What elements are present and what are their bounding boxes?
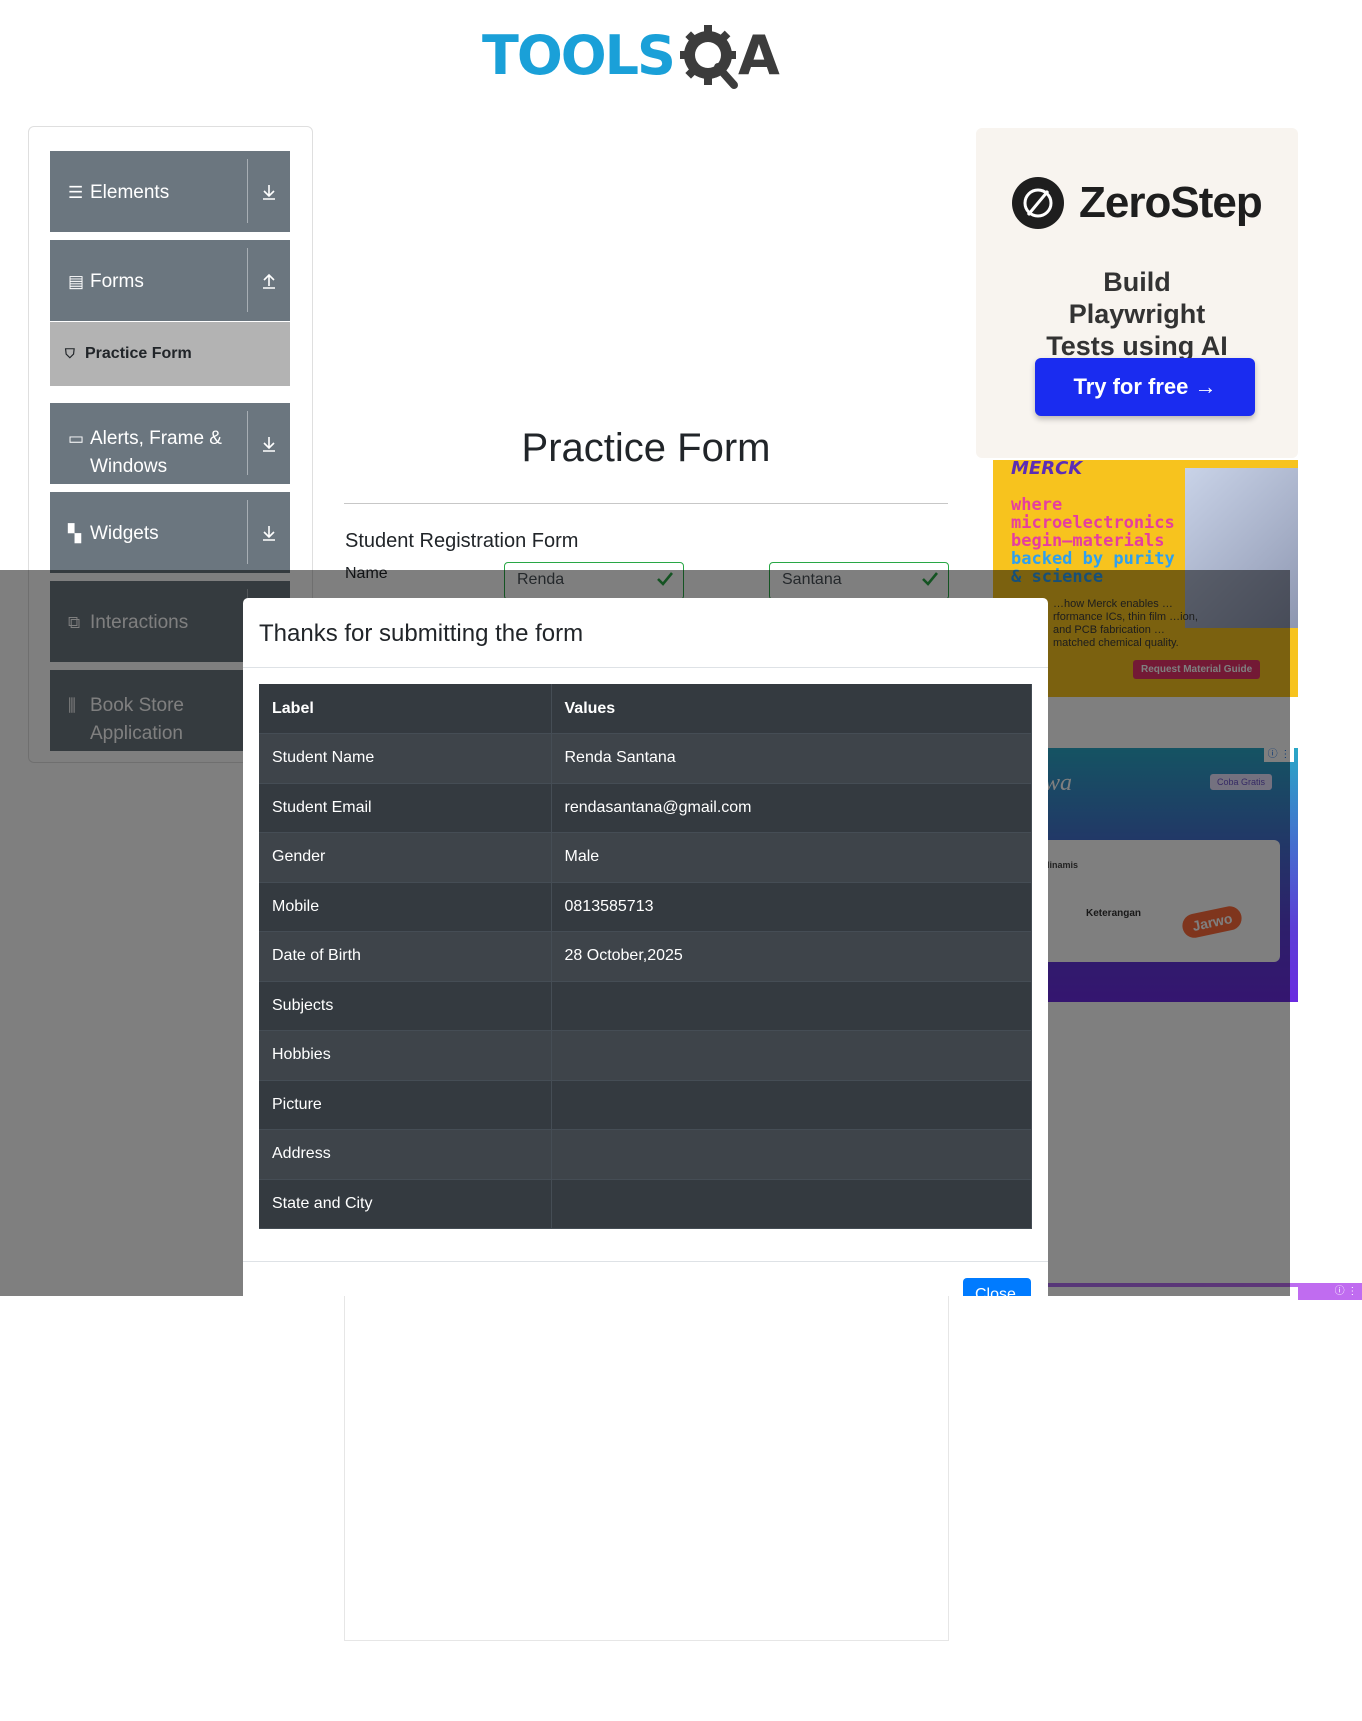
row-label: Mobile — [259, 882, 552, 932]
row-value — [551, 981, 1032, 1031]
menu-icon: ☰ — [68, 183, 84, 202]
sidebar-group-widgets[interactable]: ▚ Widgets — [50, 492, 290, 573]
row-value — [551, 1080, 1032, 1130]
divider — [247, 159, 248, 223]
table-row: Date of Birth 28 October,2025 — [259, 931, 1032, 982]
table-row: Student Name Renda Santana — [259, 733, 1032, 784]
table-row: Address — [259, 1129, 1032, 1180]
row-label: Picture — [259, 1080, 552, 1130]
row-label: Student Email — [259, 783, 552, 833]
sidebar-group-elements[interactable]: ☰ Elements — [50, 151, 290, 232]
row-value — [551, 1129, 1032, 1180]
download-arrow-icon[interactable] — [256, 179, 282, 205]
modal-title: Thanks for submitting the form — [259, 620, 584, 647]
toolsqa-logo[interactable]: TOOLS A — [482, 16, 780, 96]
zerostep-brand: ZeroStep — [1011, 176, 1263, 230]
column-header: Label — [259, 684, 552, 734]
sidebar-item-practice-form[interactable]: ⛉ Practice Form — [50, 322, 290, 386]
divider — [247, 248, 248, 312]
logo-text-a: A — [737, 24, 780, 87]
row-label: Gender — [259, 832, 552, 883]
row-value: 28 October,2025 — [551, 931, 1032, 982]
row-label: Date of Birth — [259, 931, 552, 982]
row-value: Renda Santana — [551, 733, 1032, 784]
sidebar-group-label: Widgets — [90, 523, 159, 544]
row-label: Hobbies — [259, 1030, 552, 1081]
sidebar-group-label: Elements — [90, 182, 170, 203]
zerostep-tagline: Build Playwright Tests using AI — [1046, 267, 1228, 361]
divider — [243, 667, 1048, 668]
divider — [344, 503, 948, 504]
results-table: Label Values Student Name Renda Santana S… — [259, 684, 1032, 1229]
row-value: 0813585713 — [551, 882, 1032, 932]
submission-modal: Thanks for submitting the form Label Val… — [243, 598, 1048, 1296]
html5-icon: ⛉ — [65, 346, 75, 361]
row-label: Address — [259, 1129, 552, 1180]
divider — [247, 500, 248, 564]
table-row: State and City — [259, 1179, 1032, 1229]
sidebar-group-label: Alerts, Frame & Windows — [90, 428, 222, 477]
table-row: Subjects — [259, 981, 1032, 1031]
sidebar-group-forms[interactable]: ▤ Forms — [50, 240, 290, 321]
table-row: Picture — [259, 1080, 1032, 1130]
row-value — [551, 1030, 1032, 1081]
table-row: Student Email rendasantana@gmail.com — [259, 783, 1032, 833]
logo-text-tools: TOOLS — [482, 24, 676, 87]
widgets-icon: ▚ — [68, 524, 82, 543]
row-label: Student Name — [259, 733, 552, 784]
row-label: Subjects — [259, 981, 552, 1031]
table-row: Mobile 0813585713 — [259, 882, 1032, 932]
row-value: rendasantana@gmail.com — [551, 783, 1032, 833]
sidebar-group-label: Forms — [90, 271, 144, 292]
gear-magnifier-icon — [678, 21, 744, 91]
download-arrow-icon[interactable] — [256, 520, 282, 546]
window-icon: ▭ — [68, 429, 85, 448]
page: TOOLS A ☰ Elements ▤ Forms ⛉ Practice Fo… — [0, 0, 1362, 1721]
sidebar-item-label: Practice Form — [85, 345, 192, 362]
table-header-row: Label Values — [259, 684, 1032, 734]
form-title: Student Registration Form — [345, 530, 579, 552]
sidebar-group-alerts-frame-windows[interactable]: ▭ Alerts, Frame & Windows — [50, 403, 290, 484]
merck-headline-pink: where microelectronics begin—materials — [1011, 495, 1175, 551]
zerostep-name: ZeroStep — [1079, 178, 1263, 227]
page-title: Practice Form — [521, 426, 771, 470]
table-row: Hobbies — [259, 1030, 1032, 1081]
banner-ad-tab[interactable]: ⓘ ⋮ — [1298, 1284, 1362, 1300]
row-label: State and City — [259, 1179, 552, 1229]
row-value: Male — [551, 832, 1032, 883]
divider — [243, 1261, 1048, 1262]
ad-info-icon[interactable]: ⓘ ⋮ — [1332, 1285, 1360, 1299]
column-header: Values — [551, 684, 1032, 734]
row-value — [551, 1179, 1032, 1229]
divider — [247, 411, 248, 475]
close-button[interactable]: Close — [963, 1278, 1031, 1296]
ad-zerostep[interactable]: ZeroStep Build Playwright Tests using AI… — [976, 128, 1298, 458]
document-icon: ▤ — [68, 272, 85, 291]
try-for-free-button[interactable]: Try for free → — [1035, 358, 1255, 416]
download-arrow-icon[interactable] — [256, 431, 282, 457]
zerostep-logo-icon — [1012, 177, 1064, 229]
upload-arrow-icon[interactable] — [256, 268, 282, 294]
table-row: Gender Male — [259, 832, 1032, 883]
form-container — [344, 1282, 949, 1641]
merck-logo: MERCK — [1011, 460, 1083, 479]
